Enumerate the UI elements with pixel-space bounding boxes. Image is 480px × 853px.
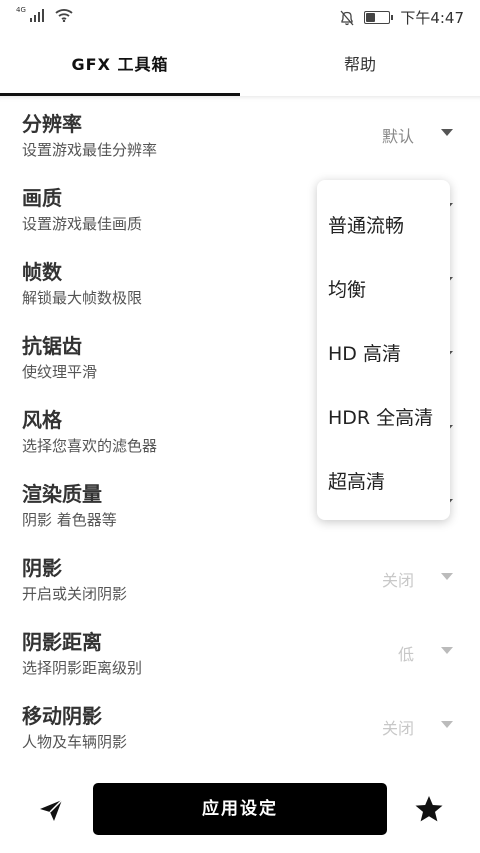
wifi-icon [55,9,73,22]
status-bar: 4G 下午4:47 [0,0,480,34]
dropdown-arrow-icon[interactable] [441,573,453,580]
dropdown-arrow-icon[interactable] [441,647,453,654]
setting-subtitle: 人物及车辆阴影 [22,733,128,751]
setting-subtitle: 设置游戏最佳画质 [22,215,143,233]
setting-resolution[interactable]: 分辨率 设置游戏最佳分辨率 默认 [0,96,480,170]
setting-subtitle: 选择阴影距离级别 [22,659,143,677]
setting-title: 阴影距离 [22,630,102,654]
setting-subtitle: 使纹理平滑 [22,363,98,381]
setting-value: 关闭 [381,571,414,590]
bell-muted-icon [340,10,354,25]
connectivity-indicators: 4G [16,6,73,22]
setting-value: 默认 [381,127,414,146]
setting-moving-shadows[interactable]: 移动阴影 人物及车辆阴影 关闭 [0,688,480,762]
signal-strength-icon [30,8,44,22]
setting-title: 渲染质量 [22,482,102,506]
setting-title: 风格 [22,408,62,432]
dropdown-arrow-icon[interactable] [441,721,453,728]
dropdown-arrow-icon[interactable] [441,129,453,136]
star-icon[interactable] [414,794,444,824]
setting-value: 低 [397,645,414,664]
setting-shadow-distance[interactable]: 阴影距离 选择阴影距离级别 低 [0,614,480,688]
setting-subtitle: 开启或关闭阴影 [22,585,128,603]
setting-shadows[interactable]: 阴影 开启或关闭阴影 关闭 [0,540,480,614]
network-type-label: 4G [16,6,26,14]
setting-subtitle: 设置游戏最佳分辨率 [22,141,158,159]
bottom-bar: 应用设定 [0,780,480,853]
tab-gfx-toolbox[interactable]: GFX 工具箱 [0,34,240,96]
setting-subtitle: 阴影 着色器等 [22,511,117,529]
setting-value: 关闭 [381,719,414,738]
tab-bar: GFX 工具箱 帮助 [0,34,480,96]
setting-title: 抗锯齿 [22,334,82,358]
dropdown-option[interactable]: 超高清 [328,467,385,494]
battery-icon [364,11,394,24]
setting-subtitle: 解锁最大帧数极限 [22,289,143,307]
setting-title: 分辨率 [22,112,82,136]
clock: 下午4:47 [400,9,464,27]
setting-title: 帧数 [22,260,62,284]
apply-settings-button[interactable]: 应用设定 [93,783,387,835]
dropdown-option[interactable]: HD 高清 [328,339,401,366]
battery-level [366,13,375,22]
quality-dropdown-menu: 普通流畅 均衡 HD 高清 HDR 全高清 超高清 [317,180,450,520]
dropdown-option[interactable]: 均衡 [328,275,366,302]
status-right: 下午4:47 [340,7,464,28]
setting-title: 阴影 [22,556,62,580]
tab-help[interactable]: 帮助 [240,34,480,96]
setting-title: 画质 [22,186,62,210]
dropdown-option[interactable]: HDR 全高清 [328,403,433,430]
setting-title: 移动阴影 [22,704,102,728]
send-icon[interactable] [37,796,65,824]
dropdown-option[interactable]: 普通流畅 [328,211,404,238]
setting-subtitle: 选择您喜欢的滤色器 [22,437,158,455]
